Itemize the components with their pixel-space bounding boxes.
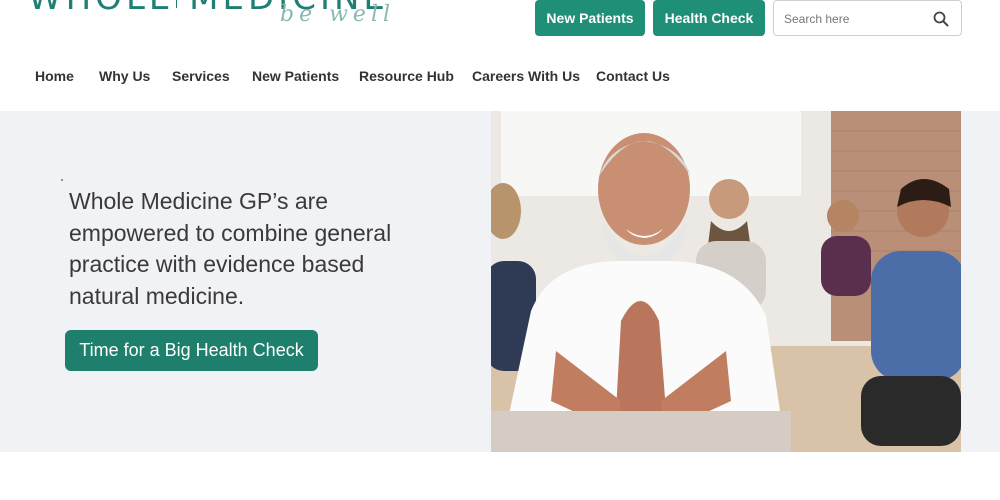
hero-headline: Whole Medicine GP’s are empowered to com… bbox=[69, 188, 392, 309]
search-box bbox=[773, 0, 962, 36]
main-nav: Home Why Us Services New Patients Resour… bbox=[0, 62, 1000, 92]
nav-item-services[interactable]: Services bbox=[172, 68, 230, 84]
nav-item-new-patients[interactable]: New Patients bbox=[252, 68, 339, 84]
logo[interactable]: WHOLE MEDICINE be well bbox=[28, 0, 398, 28]
hero-section: Whole Medicine GP’s are empowered to com… bbox=[0, 111, 1000, 452]
decorative-dot bbox=[61, 179, 63, 181]
nav-item-home[interactable]: Home bbox=[35, 68, 74, 84]
nav-item-careers[interactable]: Careers With Us bbox=[472, 68, 580, 84]
hero-photo-illustration bbox=[491, 111, 961, 452]
hero-photo-yoga-class bbox=[491, 111, 961, 452]
logo-tagline: be well bbox=[280, 2, 396, 27]
new-patients-button[interactable]: New Patients bbox=[535, 0, 645, 36]
search-input[interactable] bbox=[784, 10, 924, 28]
nav-item-why-us[interactable]: Why Us bbox=[99, 68, 150, 84]
nav-item-resource-hub[interactable]: Resource Hub bbox=[359, 68, 454, 84]
nav-item-contact-us[interactable]: Contact Us bbox=[596, 68, 670, 84]
logo-divider bbox=[176, 0, 177, 8]
search-icon[interactable] bbox=[933, 11, 949, 27]
big-health-check-button[interactable]: Time for a Big Health Check bbox=[65, 330, 318, 371]
health-check-button[interactable]: Health Check bbox=[653, 0, 765, 36]
